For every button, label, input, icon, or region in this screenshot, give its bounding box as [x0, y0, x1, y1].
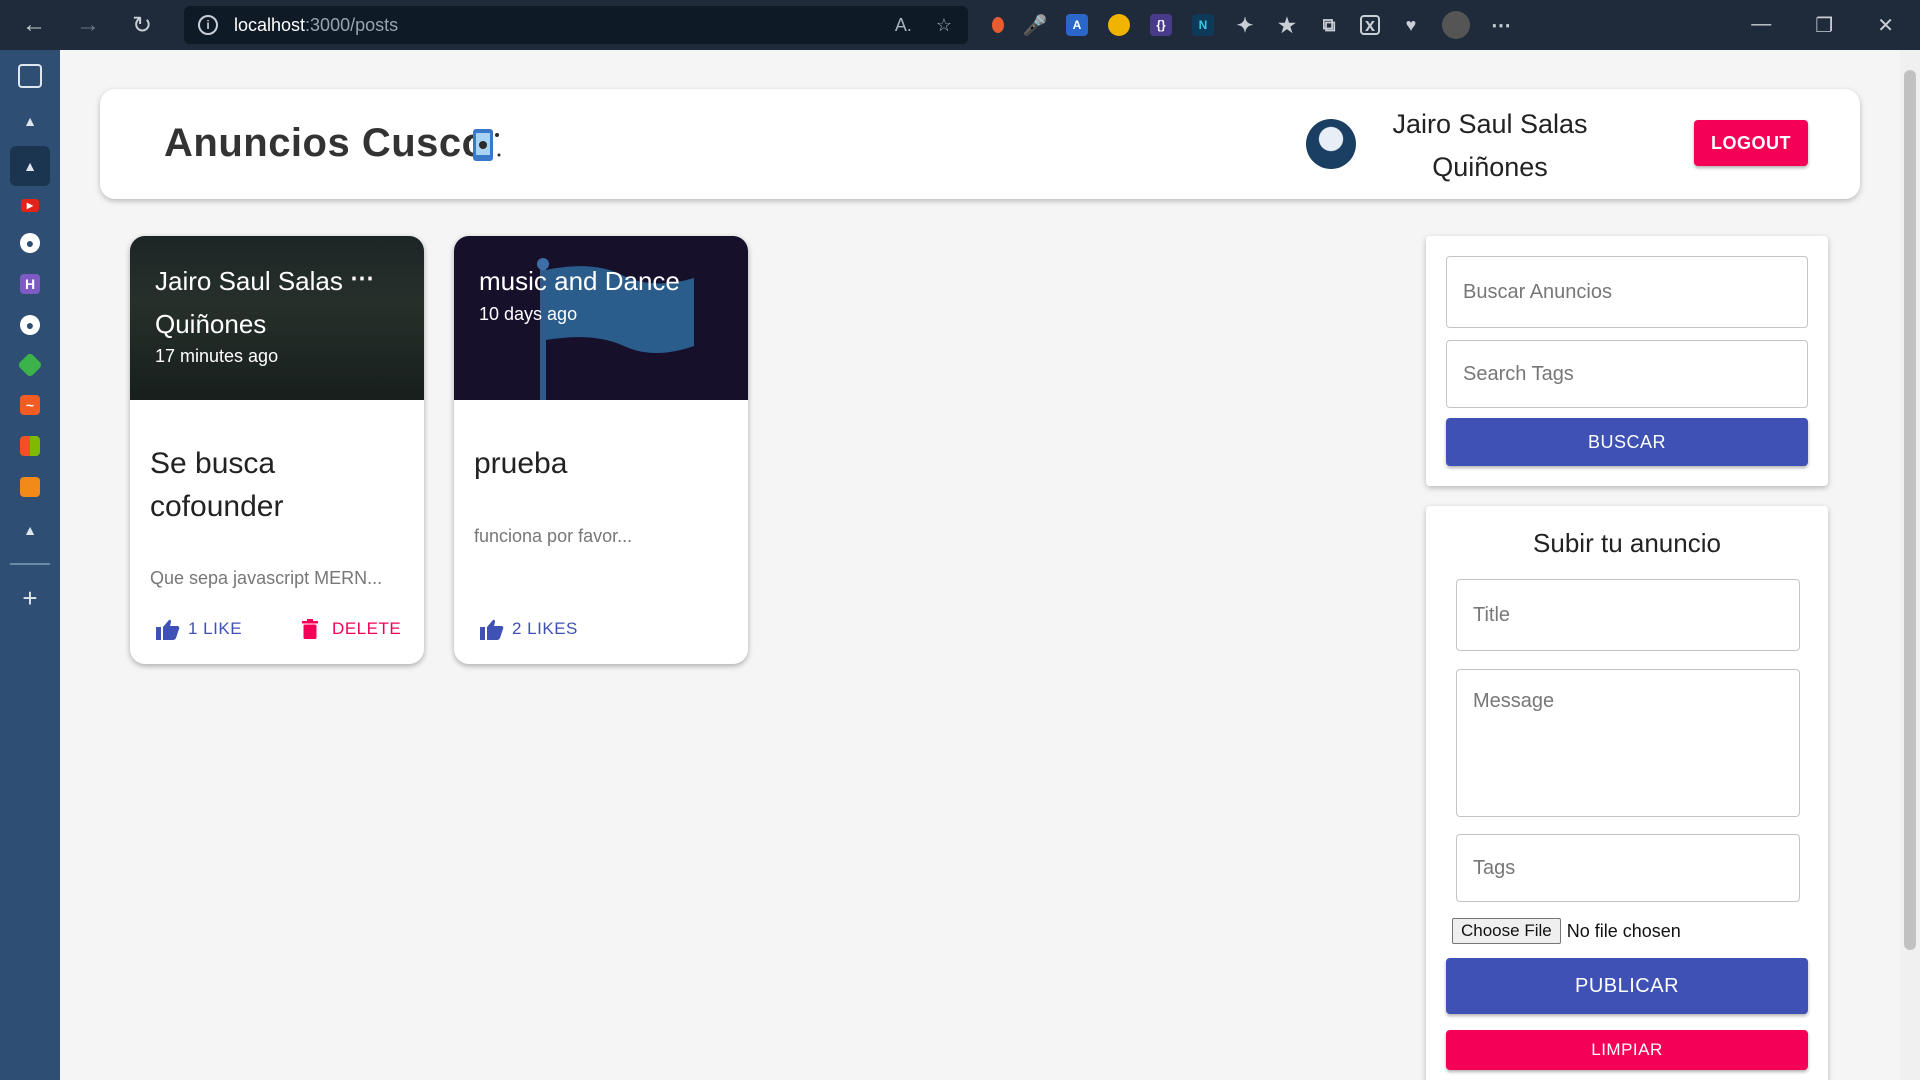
- url-path: :3000/posts: [305, 14, 399, 35]
- app-icon[interactable]: ▲: [10, 146, 50, 186]
- favorites-icon[interactable]: ★: [1276, 14, 1298, 37]
- title-field[interactable]: [1456, 579, 1800, 651]
- more-options-icon[interactable]: ⋯: [1490, 14, 1512, 37]
- app-icon[interactable]: ▲: [18, 518, 42, 542]
- microphone-icon[interactable]: 🎤: [1023, 14, 1048, 37]
- file-status: No file chosen: [1566, 920, 1681, 941]
- like-label: 2 LIKES: [512, 619, 578, 638]
- search-field[interactable]: [1446, 256, 1808, 328]
- app-icon[interactable]: ▲: [18, 109, 42, 133]
- search-input[interactable]: [1447, 257, 1807, 327]
- post-time: 10 days ago: [479, 304, 578, 324]
- tab-actions-icon[interactable]: [18, 64, 42, 88]
- page: Anuncios Cusco Jairo Saul Salas Quiñones…: [60, 50, 1900, 1080]
- search-panel: BUSCAR: [1426, 236, 1828, 486]
- app-icon[interactable]: H: [20, 274, 40, 294]
- sidebar-divider: [10, 563, 50, 565]
- delete-label: DELETE: [332, 619, 402, 638]
- post-card[interactable]: Jairo Saul Salas Quiñones ⋯ 17 minutes a…: [130, 236, 424, 664]
- create-post-form: Subir tu anuncio Choose File No file cho…: [1426, 506, 1828, 1080]
- search-button[interactable]: BUSCAR: [1446, 418, 1808, 466]
- user-name: Jairo Saul Salas Quiñones: [1392, 109, 1588, 182]
- translate-icon[interactable]: A: [1066, 14, 1088, 36]
- youtube-icon[interactable]: ▶: [21, 199, 39, 212]
- thumb-up-icon: [480, 619, 504, 640]
- profile-avatar-icon[interactable]: [1442, 11, 1470, 39]
- restore-icon[interactable]: ❐: [1815, 13, 1833, 38]
- post-message: funciona por favor...: [474, 526, 633, 546]
- github-icon[interactable]: ●: [20, 315, 40, 335]
- microsoft-icon[interactable]: [20, 436, 40, 456]
- app-header: Anuncios Cusco Jairo Saul Salas Quiñones…: [100, 89, 1860, 199]
- reload-icon[interactable]: ↻: [120, 3, 164, 47]
- title-input[interactable]: [1457, 580, 1799, 650]
- brand-title[interactable]: Anuncios Cusco: [164, 121, 487, 166]
- tags-search-field[interactable]: [1446, 340, 1808, 408]
- extensions-puzzle-icon[interactable]: ✦: [1234, 14, 1256, 37]
- extension-icon[interactable]: [992, 17, 1004, 33]
- publish-button[interactable]: PUBLICAR: [1446, 958, 1808, 1014]
- trash-icon: [302, 619, 319, 639]
- message-input[interactable]: [1457, 670, 1799, 816]
- avatar: [1306, 119, 1356, 169]
- more-options-icon[interactable]: ⋯: [350, 264, 374, 293]
- form-title: Subir tu anuncio: [1533, 528, 1721, 558]
- delete-button[interactable]: DELETE: [302, 619, 401, 639]
- post-time: 17 minutes ago: [155, 346, 279, 366]
- like-button[interactable]: 1 LIKE: [156, 618, 242, 640]
- like-label: 1 LIKE: [188, 619, 243, 638]
- github-icon[interactable]: ●: [20, 233, 40, 253]
- extension-icon[interactable]: [1108, 14, 1130, 36]
- post-actions: 2 LIKES: [480, 618, 578, 640]
- minimize-icon[interactable]: —: [1751, 13, 1771, 38]
- address-bar[interactable]: i localhost:3000/posts A. ☆: [184, 6, 968, 44]
- tags-field[interactable]: [1456, 834, 1800, 902]
- back-icon[interactable]: ←: [12, 3, 56, 47]
- browser-toolbar: ← → ↻ i localhost:3000/posts A. ☆ 🎤 A {}…: [0, 0, 1920, 50]
- extension-icon[interactable]: {}: [1150, 14, 1172, 36]
- post-author: music and Dance: [479, 266, 680, 296]
- message-field[interactable]: [1456, 669, 1800, 817]
- like-button[interactable]: 2 LIKES: [480, 618, 578, 640]
- clear-button[interactable]: LIMPIAR: [1446, 1030, 1808, 1070]
- read-aloud-icon[interactable]: A.: [895, 15, 912, 36]
- choose-file-button[interactable]: Choose File: [1452, 918, 1561, 944]
- post-actions: 1 LIKE DELETE: [156, 618, 401, 640]
- app-icon[interactable]: [17, 352, 43, 378]
- brand-logo-icon: [465, 129, 501, 161]
- logout-button[interactable]: LOGOUT: [1694, 120, 1808, 166]
- app-icon[interactable]: ~: [20, 395, 40, 415]
- tags-search-input[interactable]: [1447, 341, 1807, 407]
- url-host: localhost: [234, 14, 306, 35]
- post-title: Se busca cofounder: [150, 447, 284, 523]
- site-info-icon[interactable]: i: [198, 15, 218, 35]
- collections-icon[interactable]: ⧉: [1318, 14, 1340, 36]
- file-upload: Choose File No file chosen: [1452, 918, 1681, 944]
- math-solver-icon[interactable]: x: [1360, 15, 1380, 35]
- forward-icon[interactable]: →: [66, 3, 110, 47]
- tags-input[interactable]: [1457, 835, 1799, 901]
- extension-icon[interactable]: N: [1192, 14, 1214, 36]
- add-favorite-icon[interactable]: ☆: [936, 15, 952, 36]
- browser-sidebar: ▲ ▲ ▶ ● H ● ~ ▲ +: [0, 50, 60, 1080]
- post-title: prueba: [474, 447, 568, 480]
- scrollbar-thumb[interactable]: [1904, 70, 1916, 950]
- post-card[interactable]: music and Dance 10 days ago prueba funci…: [454, 236, 748, 664]
- close-icon[interactable]: ✕: [1877, 13, 1894, 38]
- performance-icon[interactable]: ♥: [1400, 14, 1422, 36]
- post-message: Que sepa javascript MERN...: [150, 568, 383, 588]
- add-icon[interactable]: +: [18, 583, 42, 613]
- app-icon[interactable]: [20, 477, 40, 497]
- thumb-up-icon: [156, 619, 180, 640]
